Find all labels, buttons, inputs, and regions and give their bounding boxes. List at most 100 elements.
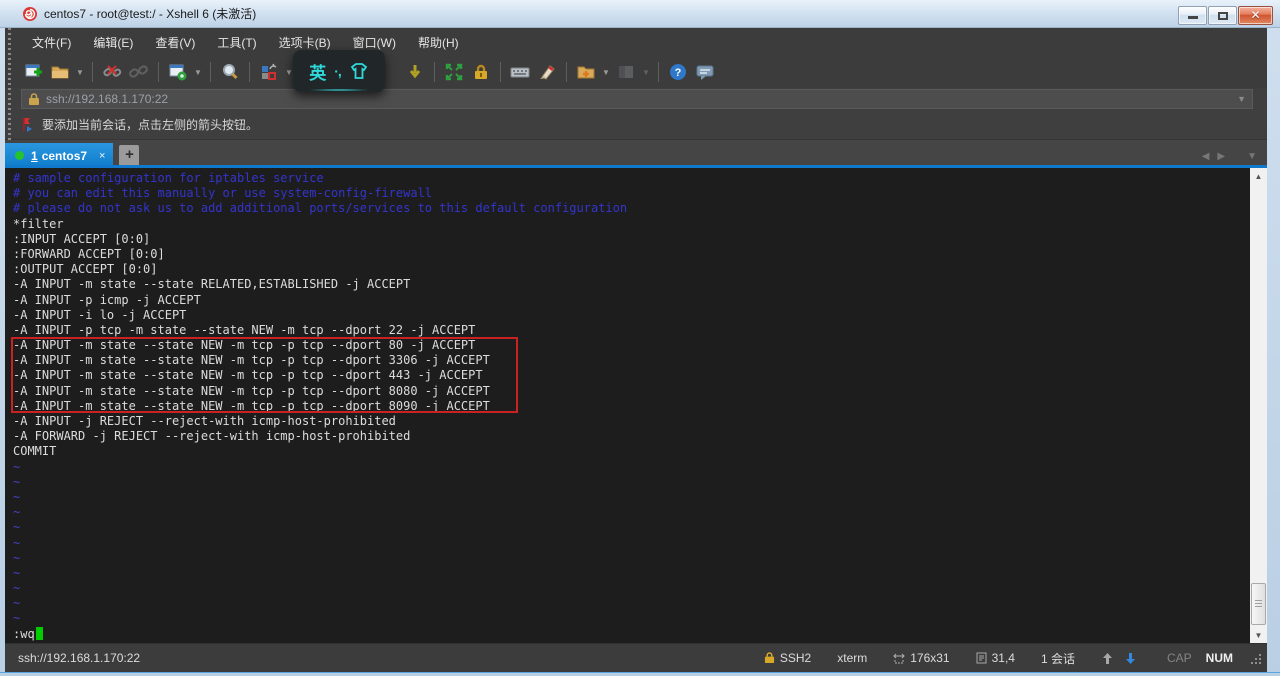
menu-bar-items: 文件(F)编辑(E)查看(V)工具(T)选项卡(B)窗口(W)帮助(H) xyxy=(21,30,470,55)
resize-grip[interactable] xyxy=(1249,652,1261,664)
tab-scroll-right-icon[interactable]: ▶ xyxy=(1217,151,1225,162)
menu-item[interactable]: 帮助(H) xyxy=(407,30,470,55)
fullscreen-icon xyxy=(444,62,464,82)
terminal-line: # please do not ask us to add additional… xyxy=(13,201,1250,216)
close-icon: ✕ xyxy=(1239,7,1272,24)
tab-close-icon[interactable]: × xyxy=(99,150,105,162)
terminal-line: # sample configuration for iptables serv… xyxy=(13,171,1250,186)
session-connected-dot xyxy=(15,151,24,160)
terminal-line: *filter xyxy=(13,217,1250,232)
minimize-icon xyxy=(1188,16,1198,19)
info-bar-text: 要添加当前会话，点击左侧的箭头按钮。 xyxy=(42,116,258,133)
terminal-line: -A INPUT -m state --state NEW -m tcp -p … xyxy=(13,384,1250,399)
find-button[interactable] xyxy=(218,60,242,84)
help-button[interactable]: ? xyxy=(666,60,690,84)
num-lock-indicator: NUM xyxy=(1206,651,1233,665)
status-session-count: 1 会话 xyxy=(1041,650,1075,667)
download-arrow-icon xyxy=(406,63,424,81)
disconnect-button[interactable] xyxy=(100,60,124,84)
menu-bar: 文件(F)编辑(E)查看(V)工具(T)选项卡(B)窗口(W)帮助(H) xyxy=(5,28,1267,56)
toolbar-separator xyxy=(92,62,93,82)
folder-plus-icon xyxy=(576,62,596,82)
open-session-button[interactable] xyxy=(48,60,72,84)
menu-item[interactable]: 工具(T) xyxy=(206,30,267,55)
feedback-button[interactable] xyxy=(693,60,717,84)
terminal-line: -A INPUT -m state --state NEW -m tcp -p … xyxy=(13,338,1250,353)
new-tab-button[interactable]: + xyxy=(119,145,139,165)
address-input[interactable]: ssh://192.168.1.170:22 ▼ xyxy=(21,89,1253,109)
scrollbar-up-icon[interactable]: ▲ xyxy=(1250,168,1267,184)
terminal-line: # you can edit this manually or use syst… xyxy=(13,186,1250,201)
terminal-line: ~ xyxy=(13,536,1250,551)
keyboard-icon xyxy=(510,62,530,82)
session-properties-dropdown[interactable]: ▼ xyxy=(193,60,203,84)
download-button[interactable] xyxy=(403,60,427,84)
ime-skin-shirt-icon[interactable] xyxy=(349,62,369,80)
terminal-line: ~ xyxy=(13,611,1250,626)
toolbar-separator xyxy=(566,62,567,82)
xshell-window: centos7 - root@test:/ - Xshell 6 (未激活) ✕… xyxy=(0,0,1280,676)
reconnect-icon xyxy=(129,62,149,82)
status-cursor-position: 31,4 xyxy=(976,651,1015,665)
title-bar[interactable]: centos7 - root@test:/ - Xshell 6 (未激活) ✕ xyxy=(0,0,1280,28)
menu-item[interactable]: 文件(F) xyxy=(21,30,82,55)
address-dropdown-icon[interactable]: ▼ xyxy=(1237,94,1246,104)
tab-label: centos7 xyxy=(42,149,87,163)
ime-status-popup[interactable]: 英 ·, xyxy=(293,50,385,92)
scrollbar-thumb[interactable] xyxy=(1251,583,1266,625)
ime-punctuation-icon[interactable]: ·, xyxy=(334,63,341,79)
menu-item[interactable]: 编辑(E) xyxy=(82,30,144,55)
lock-icon xyxy=(472,63,490,81)
status-url: ssh://192.168.1.170:22 xyxy=(18,651,738,665)
color-scheme-button[interactable] xyxy=(257,60,281,84)
minimize-button[interactable] xyxy=(1178,6,1207,25)
upload-button[interactable] xyxy=(1101,652,1114,665)
svg-text:?: ? xyxy=(675,67,682,79)
highlight-pen-button[interactable] xyxy=(535,60,559,84)
open-session-dropdown[interactable]: ▼ xyxy=(75,60,85,84)
fullscreen-button[interactable] xyxy=(442,60,466,84)
new-file-transfer-dropdown[interactable]: ▼ xyxy=(601,60,611,84)
address-bar: ssh://192.168.1.170:22 ▼ xyxy=(5,88,1267,110)
chat-bubble-icon xyxy=(695,62,715,82)
tile-layout-dropdown[interactable]: ▼ xyxy=(641,60,651,84)
toolbar-dock-grip[interactable] xyxy=(8,28,11,140)
toolbar-separator xyxy=(434,62,435,82)
terminal-area[interactable]: # sample configuration for iptables serv… xyxy=(5,168,1267,643)
download-status-button[interactable] xyxy=(1124,652,1137,665)
terminal-lines: # sample configuration for iptables serv… xyxy=(5,168,1250,643)
terminal-line: ~ xyxy=(13,596,1250,611)
status-protocol: SSH2 xyxy=(764,651,811,665)
session-properties-button[interactable] xyxy=(166,60,190,84)
maximize-button[interactable] xyxy=(1208,6,1237,25)
window-title: centos7 - root@test:/ - Xshell 6 (未激活) xyxy=(44,5,256,22)
scrollbar-down-icon[interactable]: ▼ xyxy=(1250,627,1267,643)
cursor-position-icon xyxy=(976,652,987,664)
terminal-line: :INPUT ACCEPT [0:0] xyxy=(13,232,1250,247)
new-file-transfer-button[interactable] xyxy=(574,60,598,84)
ime-language-mode[interactable]: 英 xyxy=(309,59,326,84)
session-properties-icon xyxy=(168,62,188,82)
reconnect-button[interactable] xyxy=(127,60,151,84)
caps-lock-indicator: CAP xyxy=(1167,651,1192,665)
tile-layout-button[interactable] xyxy=(614,60,638,84)
upload-arrow-icon xyxy=(1101,652,1114,665)
terminal-line: -A INPUT -i lo -j ACCEPT xyxy=(13,308,1250,323)
menu-item[interactable]: 查看(V) xyxy=(144,30,206,55)
tab-bar: 1 centos7 × + ◀ ▶ ▼ xyxy=(5,140,1267,168)
terminal-line: ~ xyxy=(13,566,1250,581)
close-button[interactable]: ✕ xyxy=(1238,6,1273,25)
terminal-line: :FORWARD ACCEPT [0:0] xyxy=(13,247,1250,262)
tab-list-dropdown-icon[interactable]: ▼ xyxy=(1247,151,1257,162)
lock-screen-button[interactable] xyxy=(469,60,493,84)
terminal-line: ~ xyxy=(13,505,1250,520)
new-session-button[interactable] xyxy=(21,60,45,84)
tab-scroll-left-icon[interactable]: ◀ xyxy=(1202,151,1210,162)
address-lock-icon xyxy=(28,93,40,106)
terminal-line: -A INPUT -p icmp -j ACCEPT xyxy=(13,293,1250,308)
tile-layout-icon xyxy=(616,62,636,82)
terminal-scrollbar[interactable]: ▲ ▼ xyxy=(1250,168,1267,643)
virtual-keyboard-button[interactable] xyxy=(508,60,532,84)
terminal-line: ~ xyxy=(13,460,1250,475)
color-scheme-icon xyxy=(259,62,279,82)
